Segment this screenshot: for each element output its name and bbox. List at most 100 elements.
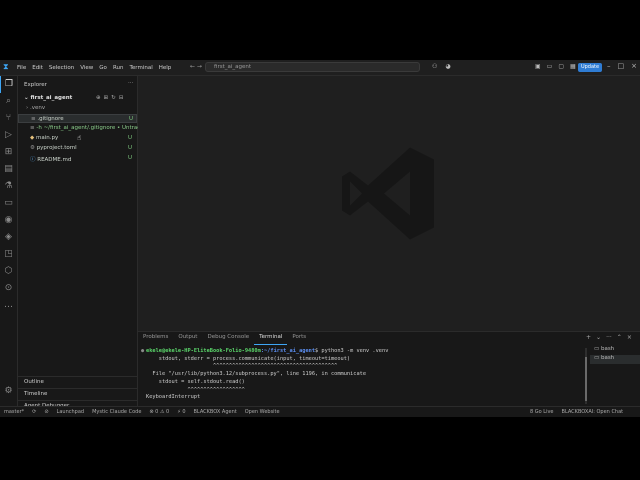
copilot-chat-icon[interactable]: ⊙ xyxy=(0,280,17,297)
terminal-icon: ▭ xyxy=(594,346,601,352)
output-text: stdout, stderr = process.communicate(inp… xyxy=(146,355,351,362)
tree-item-name: -h ~/first_ai_agent/.gitignore • Untrack… xyxy=(36,125,151,131)
status-item-6[interactable]: ⚡ 0 xyxy=(177,409,185,415)
tree-item[interactable]: ≡ -h ~/first_ai_agent/.gitignore • Untra… xyxy=(18,124,150,133)
nav-arrows-icon[interactable]: ← → xyxy=(190,63,202,70)
tab-debug-console[interactable]: Debug Console xyxy=(202,332,254,344)
terminal-name: bash xyxy=(600,346,615,352)
manage-gear-icon[interactable]: ⚙ xyxy=(0,383,17,400)
explorer-icon[interactable]: ❐ xyxy=(0,76,17,93)
menu-terminal[interactable]: Terminal xyxy=(129,65,152,71)
tree-item[interactable]: ⚙ pyproject.toml U xyxy=(18,144,137,153)
minimize-icon[interactable]: – xyxy=(607,62,611,70)
more-icon[interactable]: … xyxy=(0,297,17,314)
explorer-title: Explorer xyxy=(24,82,47,88)
kubernetes-icon[interactable]: ⬡ xyxy=(0,263,17,280)
search-icon[interactable]: ⌕ xyxy=(0,93,17,110)
output-text: stdout = self.stdout.read() xyxy=(146,378,245,385)
tree-item[interactable]: ⓘ README.md U xyxy=(18,154,137,163)
status-item-1[interactable]: ⟳ xyxy=(32,409,36,415)
menu-edit[interactable]: Edit xyxy=(32,65,43,71)
run-debug-icon[interactable]: ▷ xyxy=(0,127,17,144)
vscode-watermark-icon xyxy=(342,147,434,240)
terminal-line: stdout, stderr = process.communicate(inp… xyxy=(146,356,586,364)
menu-selection[interactable]: Selection xyxy=(49,65,74,71)
outline-section[interactable]: Outline xyxy=(18,376,137,388)
status-item-2[interactable]: ⊘ xyxy=(44,409,48,415)
more-actions-icon[interactable]: ··· xyxy=(606,334,612,341)
status-item-3[interactable]: Launchpad xyxy=(57,409,85,415)
git-status-badge: U xyxy=(129,116,134,122)
tab-terminal[interactable]: Terminal xyxy=(254,332,288,345)
tree-item-label: ⚙ pyproject.toml xyxy=(30,145,77,151)
terminal-line: stdout = self.stdout.read() xyxy=(146,379,586,387)
tab-problems[interactable]: Problems xyxy=(138,332,173,344)
panel-tabs: Problems Output Debug Console Terminal Ports xyxy=(138,332,311,345)
blackbox-icon[interactable]: ◳ xyxy=(0,246,17,263)
menu-view[interactable]: View xyxy=(80,65,93,71)
toggle-secondary-icon[interactable]: ▢ xyxy=(558,63,564,70)
toggle-sidebar-icon[interactable]: ▣ xyxy=(535,63,541,70)
menu-run[interactable]: Run xyxy=(113,65,124,71)
terminal-line: File "/usr/lib/python3.12/subprocess.py"… xyxy=(146,371,586,379)
status-right-item-1[interactable]: BLACKBOXAI: Open Chat xyxy=(562,409,624,415)
docker-icon[interactable]: ◈ xyxy=(0,229,17,246)
timeline-section[interactable]: Timeline xyxy=(18,388,137,400)
status-item-5[interactable]: ⊗ 0 ⚠ 0 xyxy=(149,409,169,415)
tab-ports[interactable]: Ports xyxy=(287,332,311,344)
remote-explorer-icon[interactable]: ▤ xyxy=(0,161,17,178)
vscode-logo-icon: ⧗ xyxy=(3,62,9,71)
activity-bar: ❐ ⌕ ⑂ ▷ ⊞ ▤ ⚗ ▭ ◉ ◈ ◳ ⬡ ⊙ … ⚙ xyxy=(0,76,18,406)
menu-help[interactable]: Help xyxy=(159,65,172,71)
editor-area xyxy=(138,76,640,331)
new-file-icon[interactable]: ⊕ xyxy=(96,95,101,101)
collapse-all-icon[interactable]: ⊟ xyxy=(119,95,124,101)
folder-name: ⌄ first_ai_agent xyxy=(24,95,73,101)
prompt-user: ekele@ekele-HP-EliteBook-Folio-9480m xyxy=(146,348,261,354)
new-terminal-icon[interactable]: + xyxy=(586,334,591,341)
file-type-icon: ⚙ xyxy=(30,145,37,151)
status-item-7[interactable]: BLACKBOX Agent xyxy=(194,409,237,415)
close-panel-icon[interactable]: × xyxy=(627,334,632,341)
tree-item-name: .venv xyxy=(29,105,46,111)
tree-item[interactable]: ≡ .gitignore U xyxy=(18,114,137,123)
update-button[interactable]: Update xyxy=(578,63,602,72)
status-item-0[interactable]: master* xyxy=(4,409,24,415)
status-item-4[interactable]: Mystic Claude Code xyxy=(92,409,141,415)
tree-item[interactable]: › .venv xyxy=(18,104,137,113)
terminal-instance[interactable]: ▭ bash xyxy=(590,355,640,364)
account-icon[interactable]: ◕ xyxy=(445,63,450,70)
status-item-8[interactable]: Open Website xyxy=(245,409,280,415)
refresh-icon[interactable]: ↻ xyxy=(111,95,116,101)
command-status-dot[interactable]: ● xyxy=(141,348,144,356)
toggle-panel-icon[interactable]: ▭ xyxy=(547,63,553,70)
output-text: ^^^^^^^^^^^^^^^^^^ xyxy=(146,386,245,393)
dropdown-icon[interactable]: ⌄ xyxy=(596,334,601,341)
extensions-icon[interactable]: ⊞ xyxy=(0,144,17,161)
command-center[interactable]: first_ai_agent xyxy=(205,62,420,72)
new-folder-icon[interactable]: ⊞ xyxy=(104,95,109,101)
menu-file[interactable]: File xyxy=(17,65,26,71)
status-left: master* ⟳ ⊘ Launchpad Mystic Claude Code ⊗ 0 … xyxy=(4,409,280,415)
folder-icon[interactable]: ▭ xyxy=(0,195,17,212)
status-right-item-0[interactable]: 8 Go Live xyxy=(530,409,554,415)
terminal-scroll-thumb[interactable] xyxy=(585,357,587,401)
folder-actions: ⊕ ⊞ ↻ ⊟ xyxy=(96,95,123,101)
tab-output[interactable]: Output xyxy=(173,332,202,344)
close-icon[interactable]: × xyxy=(631,62,637,70)
git-status-badge: U xyxy=(128,145,133,151)
tree-item-label: ≡ -h ~/first_ai_agent/.gitignore • Untra… xyxy=(30,125,150,131)
github-icon[interactable]: ◉ xyxy=(0,212,17,229)
folder-header[interactable]: ⌄ first_ai_agent ⊕ ⊞ ↻ ⊟ xyxy=(18,94,137,103)
explorer-more-icon[interactable]: ··· xyxy=(128,80,133,86)
testing-icon[interactable]: ⚗ xyxy=(0,178,17,195)
prompt-path: :~/first_ai_agent xyxy=(260,348,316,354)
maximize-panel-icon[interactable]: ⌃ xyxy=(617,334,622,341)
menu-go[interactable]: Go xyxy=(99,65,107,71)
customize-layout-icon[interactable]: ▦ xyxy=(570,63,576,70)
copilot-icon[interactable]: ⚇ xyxy=(432,63,437,70)
terminal-instance[interactable]: ▭ bash xyxy=(590,346,640,355)
maximize-icon[interactable]: □ xyxy=(618,62,625,70)
source-control-icon[interactable]: ⑂ xyxy=(0,110,17,127)
explorer-sidebar: Explorer ··· ⌄ first_ai_agent ⊕ ⊞ ↻ ⊟ › … xyxy=(18,76,150,409)
